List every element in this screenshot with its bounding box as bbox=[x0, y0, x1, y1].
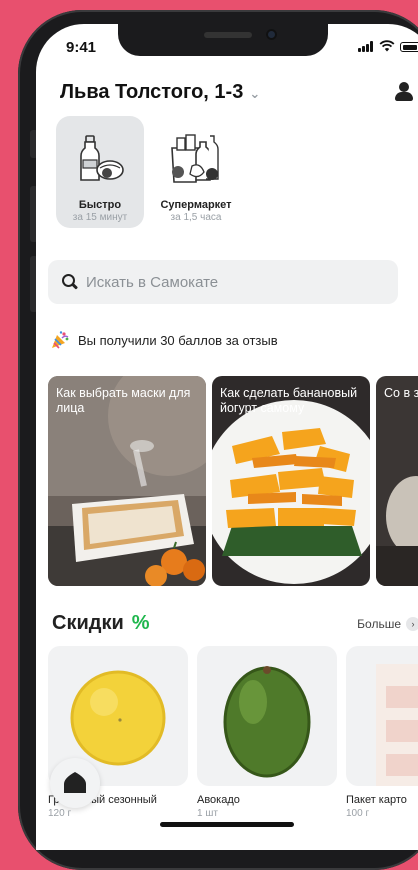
story-card[interactable]: Со в загр bbox=[376, 376, 418, 586]
product-name: Пакет карто bbox=[346, 794, 407, 806]
product-quantity: 120 г bbox=[48, 808, 72, 819]
mode-title: Быстро bbox=[78, 199, 122, 211]
potato-bag-image bbox=[376, 664, 418, 786]
speaker bbox=[204, 32, 252, 38]
more-button[interactable]: Больше › bbox=[357, 616, 418, 631]
mode-title: Супермаркет bbox=[160, 199, 232, 211]
grocery-bottle-icon bbox=[80, 135, 124, 181]
notch bbox=[118, 24, 328, 56]
story-title: Со в загр bbox=[384, 386, 418, 400]
home-button[interactable] bbox=[50, 758, 100, 808]
product-quantity: 1 шт bbox=[197, 808, 218, 819]
battery-icon bbox=[400, 42, 418, 52]
product-image bbox=[346, 646, 418, 786]
product-card[interactable]: Авокадо 1 шт bbox=[197, 646, 337, 819]
bonus-banner[interactable]: Вы получили 30 баллов за отзыв bbox=[50, 330, 278, 350]
discounts-header: Скидки % Больше › bbox=[52, 612, 418, 635]
home-indicator[interactable] bbox=[160, 822, 294, 827]
home-icon bbox=[64, 772, 86, 793]
chevron-down-icon: ⌄ bbox=[249, 85, 261, 101]
products-carousel[interactable]: Гр красный сезонный 120 г Авокадо 1 шт П… bbox=[48, 646, 418, 819]
mode-fast[interactable]: Быстро за 15 минут bbox=[56, 116, 144, 228]
section-title: Скидки % bbox=[52, 612, 150, 635]
status-icons bbox=[358, 40, 418, 52]
address-selector[interactable]: Льва Толстого, 1-3 ⌄ bbox=[60, 81, 260, 104]
search-input[interactable]: Искать в Самокате bbox=[48, 260, 398, 304]
product-quantity: 100 г bbox=[346, 808, 370, 819]
header: Льва Толстого, 1-3 ⌄ bbox=[60, 80, 416, 104]
camera bbox=[266, 29, 277, 40]
discounts-title: Скидки bbox=[52, 612, 124, 634]
wifi-icon bbox=[379, 40, 395, 52]
status-time: 9:41 bbox=[66, 39, 97, 56]
address-text: Льва Толстого, 1-3 bbox=[60, 80, 244, 103]
story-card[interactable]: Как выбрать маски для лица bbox=[48, 376, 206, 586]
story-title: Как выбрать маски для лица bbox=[56, 386, 191, 415]
bonus-text: Вы получили 30 баллов за отзыв bbox=[78, 332, 278, 348]
avocado-image bbox=[223, 666, 311, 778]
story-card[interactable]: Как сделать банановый йогурт самому bbox=[212, 376, 370, 586]
mode-supermarket[interactable]: Супермаркет за 1,5 часа bbox=[152, 116, 240, 228]
product-image bbox=[197, 646, 337, 786]
profile-icon[interactable] bbox=[392, 80, 416, 104]
party-popper-icon bbox=[52, 331, 69, 349]
search-placeholder: Искать в Самокате bbox=[86, 273, 219, 291]
stories-carousel[interactable]: Как выбрать маски для лица Как сделать б… bbox=[48, 376, 418, 586]
product-card[interactable]: Пакет карто 100 г bbox=[346, 646, 418, 819]
more-label: Больше bbox=[357, 616, 401, 631]
chevron-right-icon: › bbox=[406, 616, 418, 631]
story-title: Как сделать банановый йогурт самому bbox=[220, 386, 358, 415]
grocery-bag-icon bbox=[171, 134, 219, 183]
percent-icon: % bbox=[131, 612, 150, 634]
app-screen: 9:41 Льва Толстого, 1-3 ⌄ Быстро за 15 м… bbox=[36, 24, 418, 850]
story-image-partial bbox=[376, 376, 418, 586]
search-icon bbox=[62, 274, 79, 290]
product-name: Авокадо bbox=[197, 794, 240, 806]
mode-subtitle: за 1,5 часа bbox=[170, 212, 222, 223]
delivery-modes: Быстро за 15 минут Супермаркет за 1,5 ча… bbox=[56, 116, 240, 228]
mode-subtitle: за 15 минут bbox=[72, 212, 128, 223]
cellular-signal-icon bbox=[358, 41, 374, 52]
